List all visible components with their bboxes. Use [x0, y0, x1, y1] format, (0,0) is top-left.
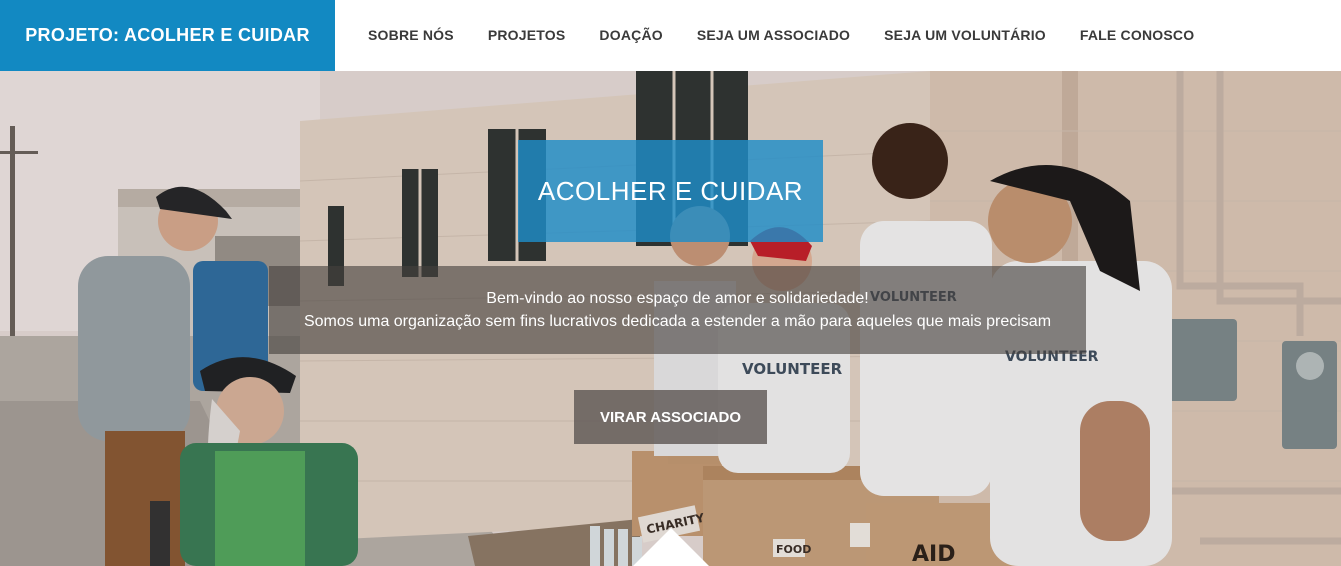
nav-link-sobre-nos[interactable]: SOBRE NÓS: [351, 27, 471, 43]
brand-logo-link[interactable]: PROJETO: ACOLHER E CUIDAR: [0, 0, 335, 71]
nav-menu: SOBRE NÓS PROJETOS DOAÇÃO SEJA UM ASSOCI…: [335, 0, 1211, 71]
nav-item-fale-conosco: FALE CONOSCO: [1063, 27, 1211, 45]
nav-item-seja-associado: SEJA UM ASSOCIADO: [680, 27, 867, 45]
hero-subtitle-line-1: Bem-vindo ao nosso espaço de amor e soli…: [486, 290, 869, 307]
nav-link-seja-associado[interactable]: SEJA UM ASSOCIADO: [680, 27, 867, 43]
nav-link-projetos[interactable]: PROJETOS: [471, 27, 583, 43]
nav-item-seja-voluntario: SEJA UM VOLUNTÁRIO: [867, 27, 1063, 45]
nav-link-doacao[interactable]: DOAÇÃO: [582, 27, 679, 43]
hero-subtitle-line-2: Somos uma organização sem fins lucrativo…: [303, 313, 1052, 330]
nav-link-seja-voluntario[interactable]: SEJA UM VOLUNTÁRIO: [867, 27, 1063, 43]
nav-item-doacao: DOAÇÃO: [582, 27, 679, 45]
hero-subtitle-box: Bem-vindo ao nosso espaço de amor e soli…: [269, 266, 1086, 354]
virar-associado-button[interactable]: VIRAR ASSOCIADO: [574, 390, 767, 444]
triangle-up-icon[interactable]: [633, 528, 709, 566]
hero-title-box: ACOLHER E CUIDAR: [518, 140, 823, 242]
navbar: PROJETO: ACOLHER E CUIDAR SOBRE NÓS PROJ…: [0, 0, 1341, 71]
nav-link-fale-conosco[interactable]: FALE CONOSCO: [1063, 27, 1211, 43]
hero-title: ACOLHER E CUIDAR: [537, 175, 804, 206]
nav-item-sobre-nos: SOBRE NÓS: [351, 27, 471, 45]
nav-item-projetos: PROJETOS: [471, 27, 583, 45]
hero-section: VOLUNTEER VOLUNTEER VOLUNTEER CHARITY FO…: [0, 71, 1341, 566]
